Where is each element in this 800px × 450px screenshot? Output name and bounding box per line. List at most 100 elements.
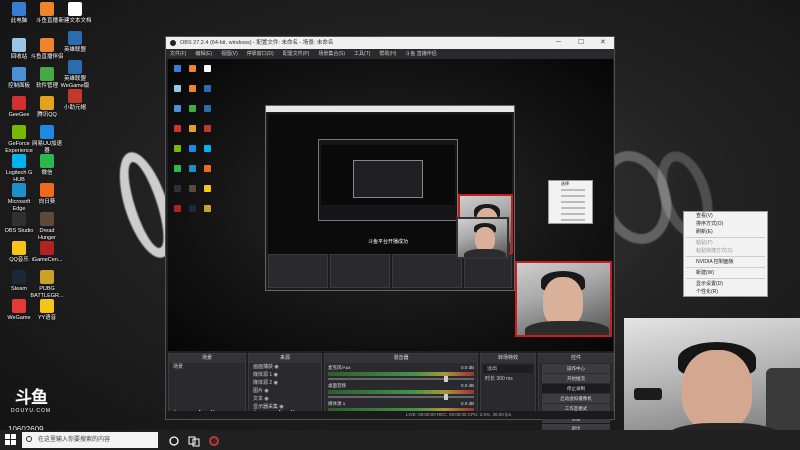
cortana-icon[interactable]: [168, 434, 180, 446]
douyu-logo: 斗鱼 DOUYU.COM: [6, 383, 56, 423]
channel-name: 桌面音频: [328, 383, 346, 388]
desktop-icon[interactable]: 网易UU加速器: [30, 125, 64, 154]
eye-icon[interactable]: ◉: [274, 372, 278, 378]
app-icon: [40, 2, 54, 16]
control-button[interactable]: 停止录制: [542, 384, 610, 393]
desktop-icon[interactable]: 小助元帽: [58, 89, 92, 112]
context-menu-item[interactable]: 个性化(R): [684, 288, 767, 296]
mixer-dock: 混音器 麦克风/Aux 0.0 dB 桌面音频 0.0 dB 媒体源 1 0.0 dB: [324, 353, 478, 419]
obs-menu-item[interactable]: 帮助(H): [379, 51, 396, 57]
app-icon: [40, 154, 54, 168]
context-menu-item[interactable]: NVIDIA 控制面板: [684, 258, 767, 266]
source-item[interactable]: 图片 ◉: [249, 387, 321, 395]
preview-icon: [174, 105, 181, 112]
taskbar: 在这里输入你要搜索的内容: [0, 430, 800, 450]
close-icon[interactable]: ✕: [600, 37, 606, 49]
source-label: 媒体源 1: [253, 372, 273, 378]
context-menu-item[interactable]: 粘贴快捷方式(S): [684, 247, 767, 255]
nested-obs-window-2: [318, 139, 458, 221]
preview-webcam[interactable]: [515, 261, 612, 337]
app-icon: [40, 212, 54, 226]
eye-icon[interactable]: ◉: [274, 364, 278, 370]
volume-meter: [328, 372, 474, 376]
source-label: 媒体源 2: [253, 380, 273, 386]
control-button[interactable]: 开始推流: [542, 374, 610, 383]
duration-input[interactable]: 300 ms: [496, 376, 512, 382]
app-icon: [12, 212, 26, 226]
obs-menu-item[interactable]: 场景集合(S): [318, 51, 345, 57]
minimize-icon[interactable]: ─: [556, 37, 561, 49]
desktop-icon-label: iGameCen...: [31, 257, 63, 263]
douyu-logo-sub: DOUYU.COM: [10, 408, 52, 414]
source-item[interactable]: 媒体源 1 ◉: [249, 371, 321, 379]
windows-start-icon[interactable]: [5, 434, 17, 446]
obs-title-bar[interactable]: OBS 27.2.4 (64-bit, windows) - 配置文件: 未命名…: [166, 37, 614, 49]
obs-menu-item[interactable]: 工具(T): [354, 51, 370, 57]
context-menu-item[interactable]: 显示设置(D): [684, 280, 767, 288]
preview-icon: [204, 85, 211, 92]
maximize-icon[interactable]: ☐: [578, 37, 584, 49]
channel-name: 麦克风/Aux: [328, 365, 351, 370]
controls-dock-title: 控件: [539, 354, 613, 363]
control-button[interactable]: 启动虚拟摄像机: [542, 394, 610, 403]
app-icon: [40, 67, 54, 81]
preview-icon: [204, 145, 211, 152]
desktop-icon-label: 英雄联盟: [63, 47, 86, 53]
source-item[interactable]: 画面捕获 ◉: [249, 363, 321, 371]
desktop-icon[interactable]: PUBG BATTLEGR...: [30, 270, 64, 299]
desktop-icon[interactable]: 新建文本文档: [58, 2, 92, 25]
source-item[interactable]: 媒体源 2 ◉: [249, 379, 321, 387]
obs-preview[interactable]: 斗鱼平台开播成功: [168, 59, 613, 351]
obs-logo-icon: [170, 40, 176, 46]
preview-menu-item[interactable]: [549, 217, 592, 223]
obs-menu-item[interactable]: 视图(V): [221, 51, 238, 57]
desktop-icon[interactable]: 向日葵: [30, 183, 64, 206]
desktop-icon[interactable]: 英雄联盟: [58, 31, 92, 54]
desktop-icon[interactable]: Dread Hunger: [30, 212, 64, 241]
eye-icon[interactable]: ◉: [264, 396, 268, 402]
desktop-icon[interactable]: YY语音: [30, 299, 64, 322]
volume-slider[interactable]: [328, 394, 474, 400]
sources-dock: 来源 画面捕获 ◉ 媒体源 1 ◉ 媒体源 2 ◉ 图片 ◉ 文本 ◉ 显示器采…: [248, 353, 322, 419]
preview-icon: [189, 165, 196, 172]
preview-icon: [174, 205, 181, 212]
obs-menu-item[interactable]: 配置文件(P): [283, 51, 310, 57]
preview-icon: [204, 125, 211, 132]
context-menu-item[interactable]: 排序方式(O): [684, 220, 767, 228]
taskbar-search[interactable]: 在这里输入你要搜索的内容: [22, 432, 158, 448]
app-icon: [12, 154, 26, 168]
context-menu-item[interactable]: 查看(V): [684, 212, 767, 220]
app-icon: [40, 183, 54, 197]
context-menu-item[interactable]: 粘贴(P): [684, 239, 767, 247]
douyu-logo-text: 斗鱼: [15, 388, 48, 408]
duration-label: 时长: [485, 376, 496, 382]
mixer-dock-title: 混音器: [325, 354, 477, 363]
source-item[interactable]: 文本 ◉: [249, 395, 321, 403]
context-menu-item[interactable]: 刷新(E): [684, 228, 767, 236]
desktop-icon-label: Dread Hunger: [37, 228, 57, 241]
transition-select[interactable]: 淡出: [483, 365, 533, 373]
preview-icon: [174, 85, 181, 92]
obs-taskbar-icon[interactable]: [208, 434, 220, 447]
desktop-icon[interactable]: 英雄联盟WeGame版: [58, 60, 92, 89]
app-icon: [12, 299, 26, 313]
app-icon: [40, 125, 54, 139]
channel-db: 0.0 dB: [460, 383, 474, 388]
volume-slider[interactable]: [328, 376, 474, 382]
desktop-icon[interactable]: 微信: [30, 154, 64, 177]
eye-icon[interactable]: ◉: [264, 388, 268, 394]
obs-menu-item[interactable]: 停靠窗口(D): [247, 51, 274, 57]
task-view-icon[interactable]: [188, 434, 200, 447]
obs-menu-item[interactable]: 文件(F): [170, 51, 186, 57]
desktop-icon[interactable]: iGameCen...: [30, 241, 64, 264]
obs-menu-item[interactable]: 斗鱼 直播伴侣: [405, 51, 436, 57]
context-menu-item[interactable]: 新建(W): [684, 269, 767, 277]
app-icon: [12, 241, 26, 255]
preview-icon: [174, 185, 181, 192]
preview-icon: [204, 165, 211, 172]
scene-item[interactable]: 场景: [169, 363, 245, 371]
desktop-icon-label: PUBG BATTLEGR...: [30, 286, 64, 299]
eye-icon[interactable]: ◉: [274, 380, 278, 386]
obs-menu-item[interactable]: 编辑(E): [195, 51, 212, 57]
control-center-button[interactable]: 操作中心: [542, 364, 610, 373]
